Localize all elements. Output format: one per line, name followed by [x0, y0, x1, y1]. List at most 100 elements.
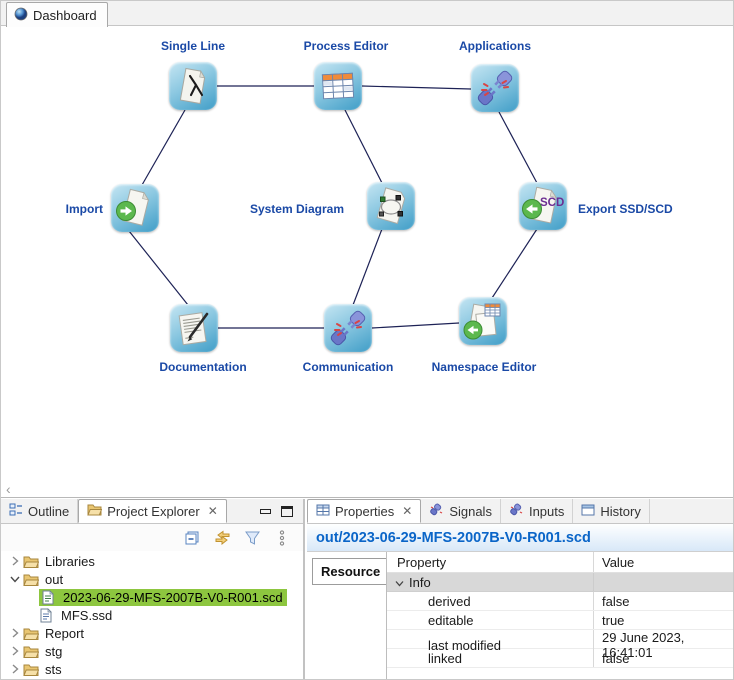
node-label-single-line: Single Line — [161, 39, 225, 53]
tab-properties[interactable]: Properties ✕ — [307, 499, 421, 523]
tree-item-report[interactable]: Report — [1, 624, 301, 642]
tree-item-sts[interactable]: sts — [1, 660, 301, 678]
table-row[interactable]: editable true — [387, 611, 734, 630]
filter-icon[interactable] — [243, 529, 261, 547]
chevron-right-icon[interactable] — [7, 628, 23, 638]
folder-icon — [23, 555, 41, 568]
namespace-editor-icon[interactable] — [459, 297, 507, 345]
tree-item-label: stg — [45, 644, 62, 659]
tab-signals[interactable]: Signals — [421, 499, 501, 523]
inputs-icon — [509, 503, 524, 519]
tab-outline-label: Outline — [28, 504, 69, 519]
table-row[interactable]: last modified 29 June 2023, 16:41:01 — [387, 630, 734, 649]
import-icon[interactable] — [111, 184, 159, 232]
folder-icon — [23, 573, 41, 586]
column-header-value[interactable]: Value — [593, 552, 734, 572]
node-label-system-diagram: System Diagram — [250, 202, 344, 216]
tree-item-label: Libraries — [45, 554, 95, 569]
applications-icon[interactable] — [471, 64, 519, 112]
properties-title: out/2023-06-29-MFS-2007B-V0-R001.scd — [307, 524, 734, 552]
properties-icon — [316, 504, 330, 519]
tab-project-explorer-label: Project Explorer — [107, 504, 199, 519]
connector-lines — [1, 26, 734, 498]
page-back-chevron-icon[interactable]: ‹ — [6, 481, 11, 497]
properties-panel: Properties ✕ Signals Inputs History — [307, 499, 734, 680]
property-value: false — [593, 592, 734, 610]
tab-resource[interactable]: Resource — [312, 558, 386, 585]
single-line-icon[interactable] — [169, 62, 217, 110]
dashboard-canvas: Single Line Process Editor Applications … — [1, 26, 734, 498]
outline-icon — [9, 503, 23, 520]
chevron-right-icon[interactable] — [7, 664, 23, 674]
communication-icon[interactable] — [324, 304, 372, 352]
chevron-down-icon[interactable] — [395, 575, 404, 590]
property-value: true — [593, 611, 734, 629]
file-icon — [41, 590, 59, 605]
node-label-documentation: Documentation — [159, 360, 246, 374]
chevron-down-icon[interactable] — [7, 575, 23, 583]
tab-outline[interactable]: Outline — [1, 499, 78, 523]
properties-body: Resource Property Value Info derived fal… — [307, 552, 734, 680]
tree-item-out[interactable]: out — [1, 570, 301, 588]
table-group-row-info[interactable]: Info — [387, 573, 734, 592]
tree-item-libraries[interactable]: Libraries — [1, 552, 301, 570]
column-header-property[interactable]: Property — [387, 555, 593, 570]
explorer-tabbar: Outline Project Explorer ✕ — [1, 499, 303, 524]
svg-text:SCD: SCD — [540, 197, 564, 209]
table-row[interactable]: derived false — [387, 592, 734, 611]
tree-item-label: 2023-06-29-MFS-2007B-V0-R001.scd — [63, 590, 283, 605]
export-ssd-scd-icon[interactable]: SCD — [519, 182, 567, 230]
dashboard-icon — [14, 7, 28, 24]
group-label: Info — [409, 575, 431, 590]
close-icon[interactable]: ✕ — [208, 504, 218, 518]
view-menu-icon[interactable] — [273, 529, 291, 547]
tree-item-label: MFS.ssd — [61, 608, 112, 623]
property-name: derived — [387, 594, 593, 609]
tree-item-stg[interactable]: stg — [1, 642, 301, 660]
property-name: linked — [387, 651, 593, 666]
tab-signals-label: Signals — [449, 504, 492, 519]
node-label-export-ssd-scd: Export SSD/SCD — [578, 202, 673, 216]
process-editor-icon[interactable] — [314, 62, 362, 110]
history-icon — [581, 504, 595, 519]
chevron-right-icon[interactable] — [7, 556, 23, 566]
project-explorer-icon — [87, 503, 102, 519]
app-window: Dashboard Single Line Process Editor App… — [0, 0, 734, 680]
documentation-icon[interactable] — [170, 304, 218, 352]
selected-highlight: 2023-06-29-MFS-2007B-V0-R001.scd — [39, 589, 287, 606]
tab-inputs-label: Inputs — [529, 504, 564, 519]
close-icon[interactable]: ✕ — [402, 504, 412, 518]
tab-properties-label: Properties — [335, 504, 394, 519]
link-with-editor-icon[interactable] — [213, 529, 231, 547]
properties-table: Property Value Info derived false editab… — [387, 552, 734, 680]
tab-history[interactable]: History — [573, 499, 649, 523]
tab-history-label: History — [600, 504, 640, 519]
tab-dashboard-label: Dashboard — [33, 8, 97, 23]
tree-item-ssd-file[interactable]: MFS.ssd — [1, 606, 301, 624]
node-label-namespace-editor: Namespace Editor — [432, 360, 537, 374]
chevron-right-icon[interactable] — [7, 646, 23, 656]
node-label-applications: Applications — [459, 39, 531, 53]
tree-item-label: out — [45, 572, 63, 587]
folder-icon — [23, 645, 41, 658]
resource-sidebar: Resource — [307, 552, 387, 680]
minimize-icon[interactable] — [260, 509, 271, 514]
file-icon — [39, 608, 57, 623]
table-header-row: Property Value — [387, 552, 734, 573]
maximize-icon[interactable] — [281, 506, 293, 517]
system-diagram-icon[interactable] — [367, 182, 415, 230]
table-row[interactable]: linked false — [387, 649, 734, 668]
folder-icon — [23, 627, 41, 640]
property-name: editable — [387, 613, 593, 628]
node-label-communication: Communication — [303, 360, 394, 374]
properties-tabbar: Properties ✕ Signals Inputs History — [307, 499, 734, 524]
editor-tabbar: Dashboard — [1, 1, 734, 26]
node-label-import: Import — [66, 202, 103, 216]
tab-inputs[interactable]: Inputs — [501, 499, 573, 523]
tab-project-explorer[interactable]: Project Explorer ✕ — [78, 499, 227, 523]
node-label-process-editor: Process Editor — [304, 39, 389, 53]
tree-item-scd-file[interactable]: 2023-06-29-MFS-2007B-V0-R001.scd — [1, 588, 301, 606]
tab-dashboard[interactable]: Dashboard — [6, 2, 108, 27]
tree-item-label: sts — [45, 662, 62, 677]
collapse-all-icon[interactable] — [183, 529, 201, 547]
